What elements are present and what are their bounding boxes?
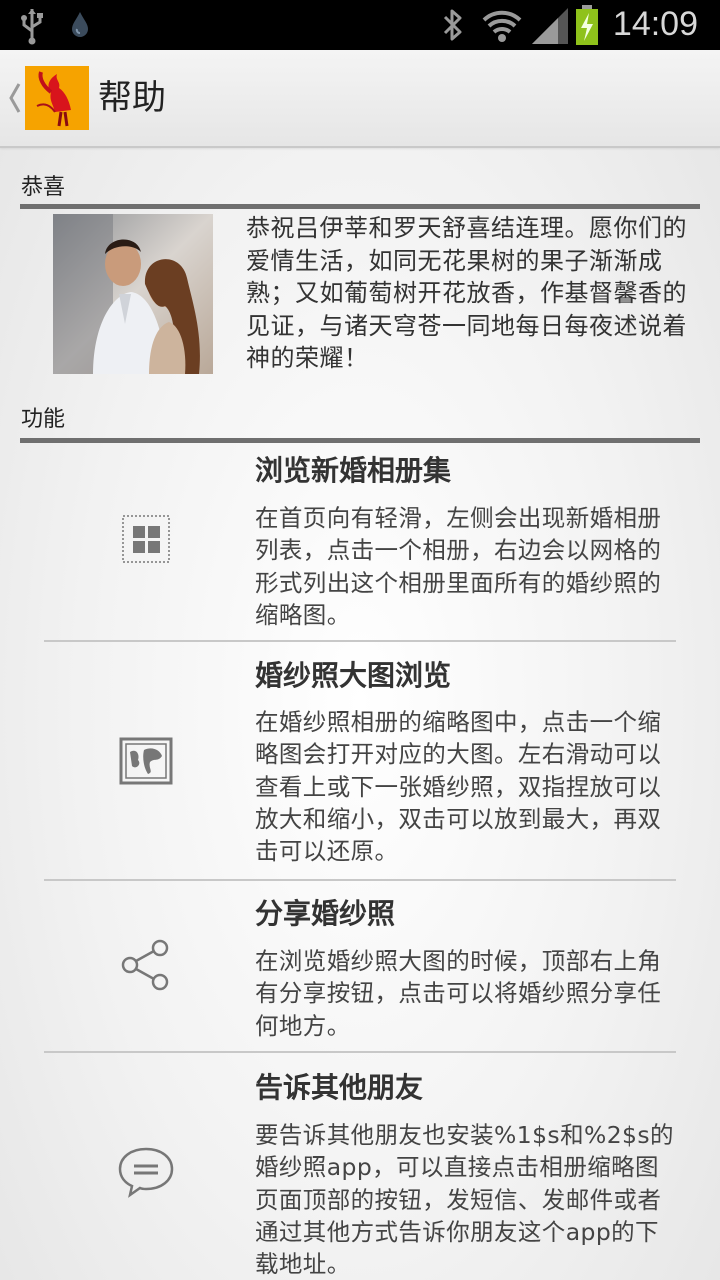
feature-description: 在首页向有轻滑，左侧会出现新婚相册列表，点击一个相册，右边会以网格的形式列出这个… [255,504,662,629]
feature-title: 告诉其他朋友 [255,1071,424,1104]
feature-description: 要告诉其他朋友也安装%1$s和%2$s的婚纱照app，可以直接点击相册缩略图页面… [255,1121,674,1279]
section-header-congrats: 恭喜 [20,174,700,209]
feature-title: 分享婚纱照 [255,897,396,930]
feature-description: 在婚纱照相册的缩略图中，点击一个缩略图会打开对应的大图。左右滑动可以查看上或下一… [255,708,662,866]
bluetooth-icon [443,9,462,41]
wifi-icon [482,10,522,42]
chat-bubble-icon [118,1147,174,1198]
congrats-message: 恭祝吕伊莘和罗天舒喜结连理。愿你们的爱情生活，如同无花果树的果子渐渐成熟；又如葡… [246,214,687,372]
page-title: 帮助 [98,78,166,118]
status-bar: 14:09 [0,0,720,50]
map-picture-icon [119,737,173,785]
feature-item-tell-friends[interactable]: 告诉其他朋友 要告诉其他朋友也安装%1$s和%2$s的婚纱照app，可以直接点击… [44,1053,676,1280]
battery-charging-icon [576,5,598,45]
wedding-photo [53,214,213,374]
feature-item-photo-view[interactable]: 婚纱照大图浏览 在婚纱照相册的缩略图中，点击一个缩略图会打开对应的大图。左右滑动… [44,642,676,879]
section-header-label: 功能 [21,407,66,432]
section-header-features: 功能 [20,406,700,443]
chevron-left-icon[interactable] [6,80,22,116]
signal-icon [532,8,568,44]
feature-title: 婚纱照大图浏览 [255,659,452,692]
droplet-icon [72,12,88,37]
feature-item-browse-albums[interactable]: 浏览新婚相册集 在首页向有轻滑，左侧会出现新婚相册列表，点击一个相册，右边会以网… [44,446,676,640]
action-bar: 帮助 [0,50,720,148]
feature-description: 在浏览婚纱照大图的时候，顶部右上角有分享按钮，点击可以将婚纱照分享任何地方。 [255,947,662,1040]
grid-icon [122,515,170,563]
section-header-label: 恭喜 [21,175,66,200]
status-time: 14:09 [612,5,698,43]
app-logo[interactable] [25,66,89,130]
share-icon [121,939,169,991]
usb-icon [21,9,43,45]
feature-item-share[interactable]: 分享婚纱照 在浏览婚纱照大图的时候，顶部右上角有分享按钮，点击可以将婚纱照分享任… [44,881,676,1051]
feature-title: 浏览新婚相册集 [255,454,452,487]
